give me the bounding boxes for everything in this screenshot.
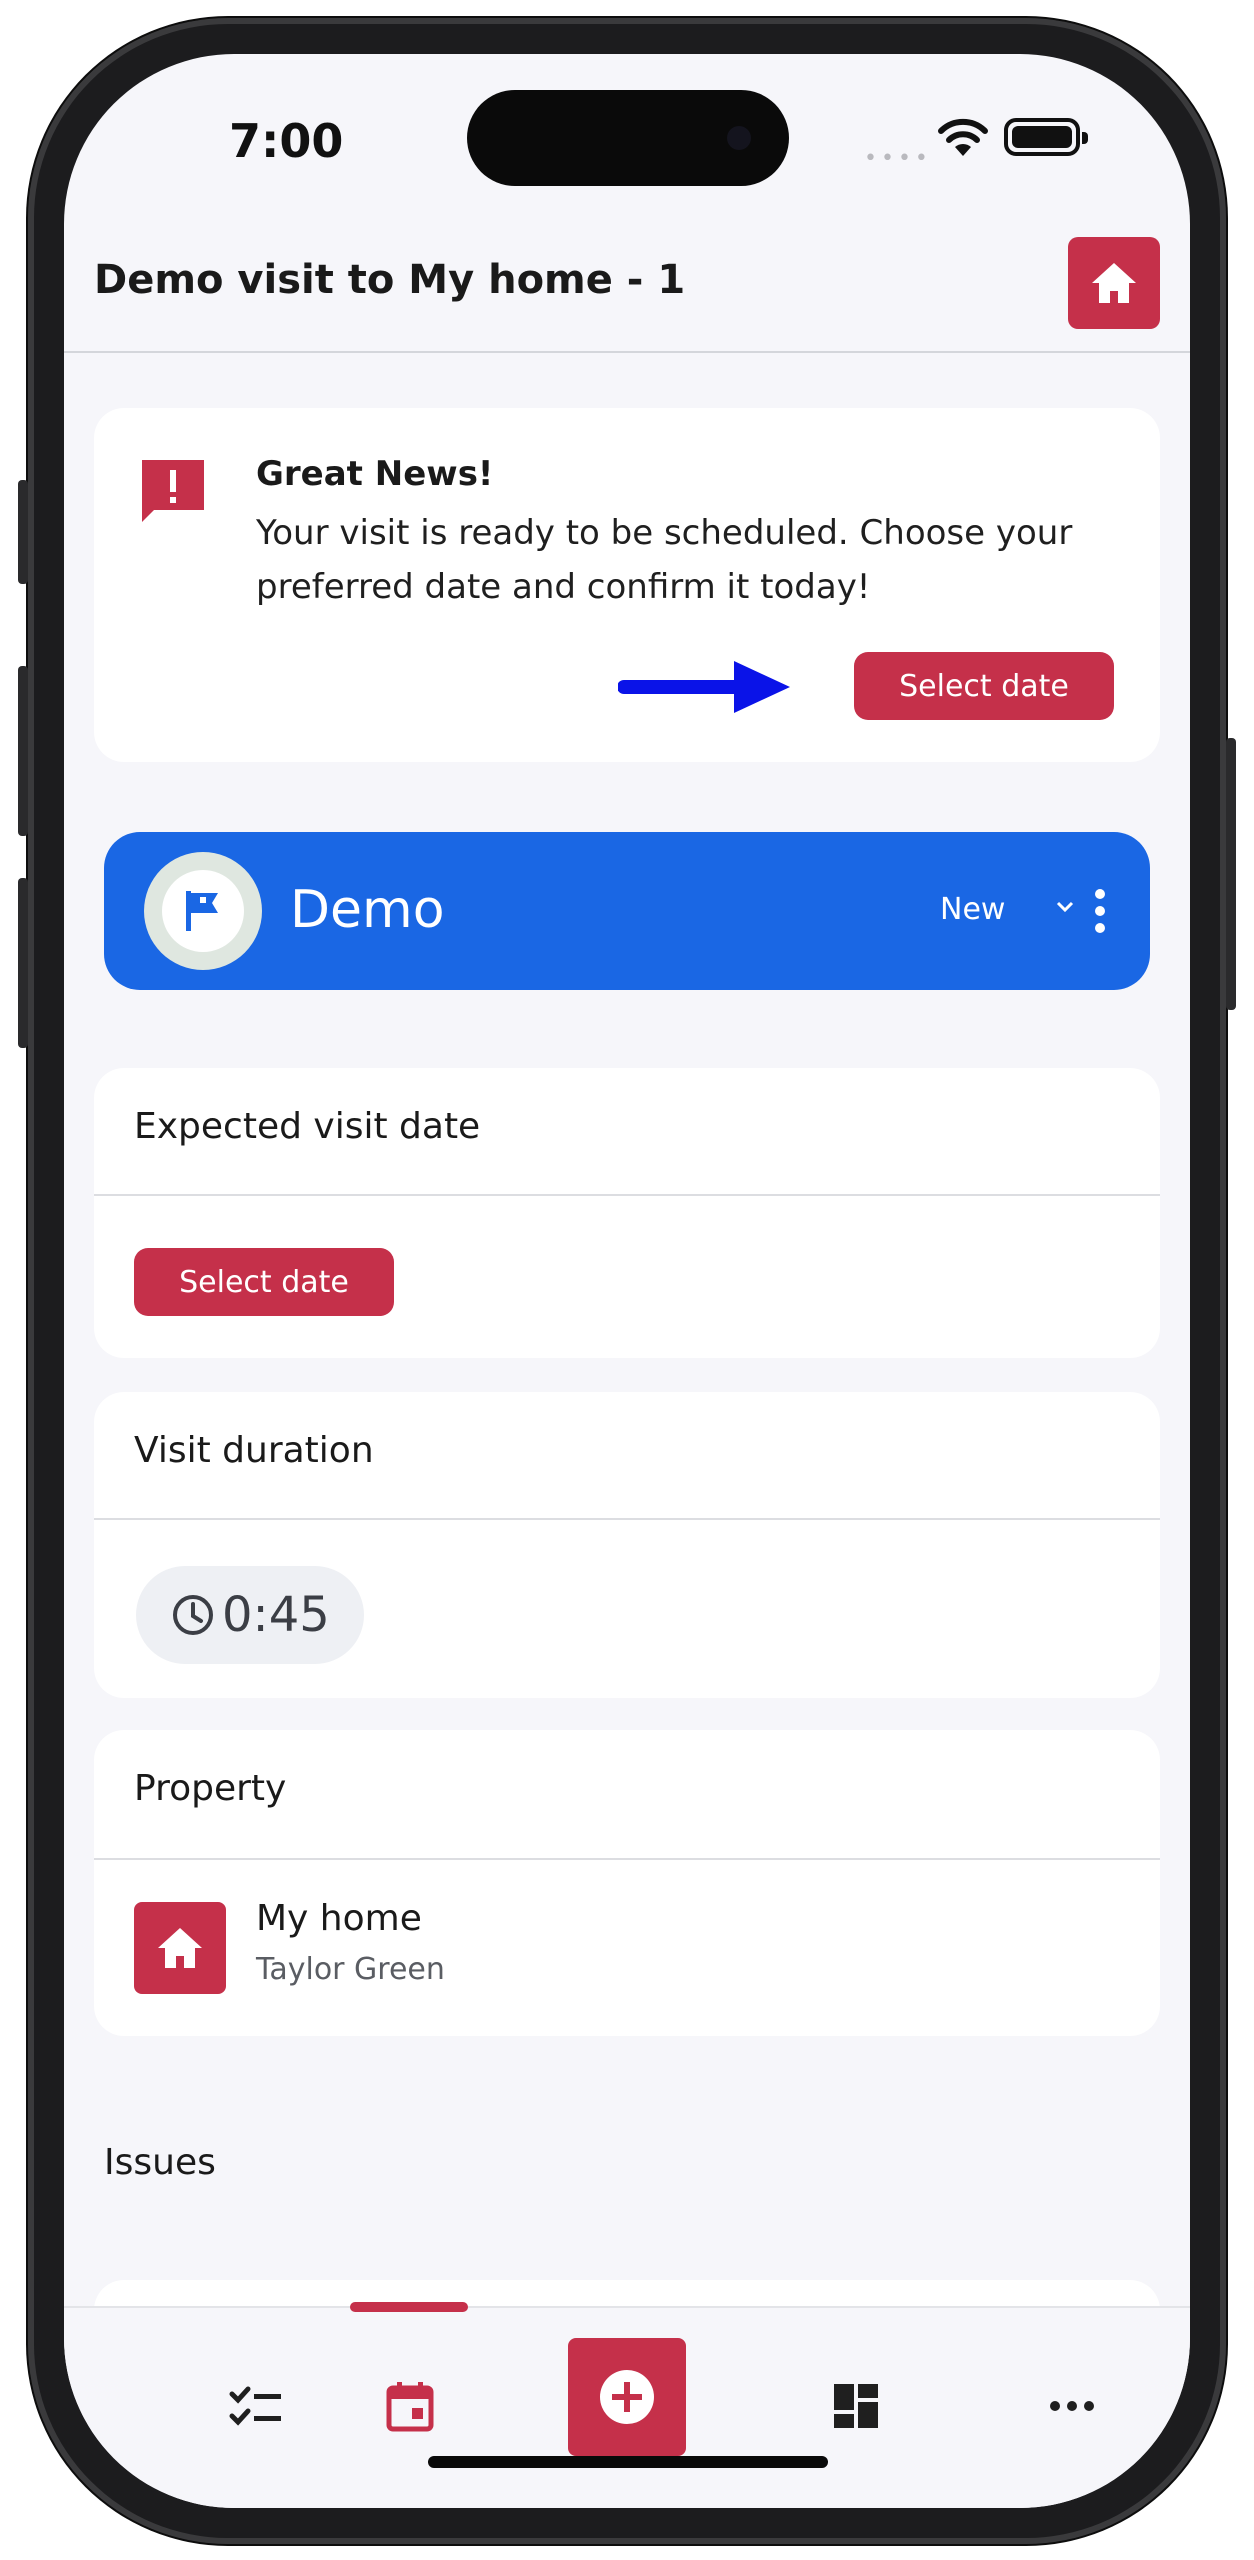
camera-icon [727,126,751,150]
issues-heading: Issues [104,2142,216,2183]
select-date-button-secondary[interactable]: Select date [134,1248,394,1316]
property-owner: Taylor Green [256,1952,445,1987]
duration-value: 0:45 [222,1587,330,1643]
chevron-down-icon[interactable] [1054,896,1076,918]
notice-body: Your visit is ready to be scheduled. Cho… [256,513,1073,607]
arrow-right-icon [618,661,790,713]
home-icon [1092,263,1136,303]
duration-chip[interactable]: 0:45 [136,1566,364,1664]
more-horizontal-icon [1050,2401,1094,2411]
nav-more[interactable] [1032,2366,1112,2446]
side-button-power [1226,738,1236,1010]
card-divider [94,1194,1160,1196]
property-card: Property My home Taylor Green [94,1730,1160,2036]
clock-icon [173,1595,213,1635]
dashboard-icon [834,2384,878,2428]
visit-banner[interactable]: Demo New [104,832,1150,990]
visit-duration-card: Visit duration 0:45 [94,1392,1160,1698]
visit-status-dropdown[interactable]: New [940,892,1005,927]
wifi-icon [938,118,988,156]
home-indicator[interactable] [428,2456,828,2468]
select-date-button[interactable]: Select date [854,652,1114,720]
nav-dashboard[interactable] [816,2366,896,2446]
property-icon [134,1902,226,1994]
header-divider [64,351,1190,353]
property-heading: Property [134,1768,287,1809]
checklist-icon [229,2386,281,2426]
home-icon [158,1928,202,1968]
signal-icon: •••• [864,146,932,171]
calendar-icon [386,2382,434,2432]
bottom-navigation [64,2302,1190,2508]
visit-duration-heading: Visit duration [134,1430,374,1471]
side-button-volume-down [18,878,28,1048]
schedule-notice-card: Great News! Your visit is ready to be sc… [94,408,1160,762]
nav-tasks[interactable] [216,2366,296,2446]
side-button-action [18,480,28,584]
visit-name: Demo [290,880,445,940]
home-button[interactable] [1068,237,1160,329]
app-screen: 7:00 •••• Demo visit to My home - 1 Grea… [64,54,1190,2508]
nav-calendar[interactable] [370,2366,450,2446]
card-divider [94,1518,1160,1520]
flag-icon [186,891,218,931]
add-icon [600,2370,654,2424]
page-title: Demo visit to My home - 1 [94,257,686,303]
card-divider [94,1858,1160,1860]
visit-avatar [144,852,262,970]
property-name[interactable]: My home [256,1898,422,1939]
notice-title: Great News! [256,454,494,494]
battery-icon [1004,118,1088,156]
active-tab-indicator [350,2302,468,2312]
status-time: 7:00 [229,114,344,168]
side-button-volume-up [18,666,28,836]
more-vertical-icon[interactable] [1092,888,1108,934]
alert-message-icon [142,460,204,522]
add-button[interactable] [568,2338,686,2456]
dynamic-island [467,90,789,186]
expected-date-card: Expected visit date Select date [94,1068,1160,1358]
expected-date-heading: Expected visit date [134,1106,481,1147]
